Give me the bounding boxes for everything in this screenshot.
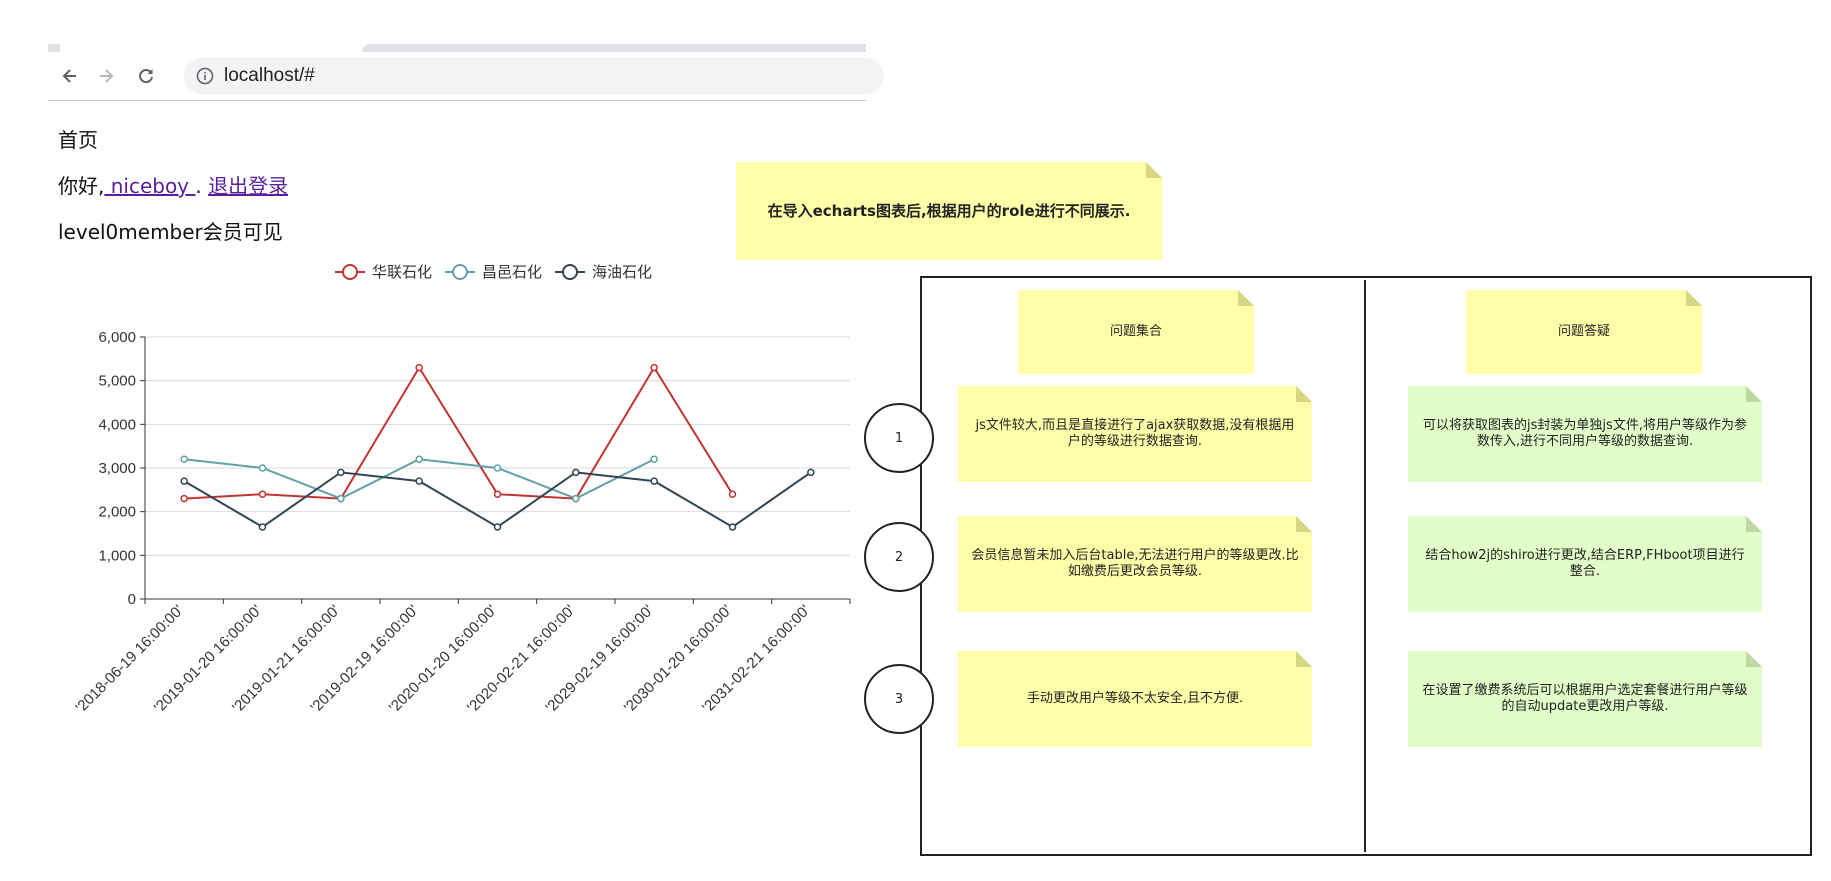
qa-divider: [1364, 280, 1366, 852]
reload-icon: [139, 69, 153, 84]
note-fold: [1746, 386, 1762, 402]
data-point: [493, 523, 502, 531]
legend-marker: [452, 264, 468, 280]
url-text: localhost/#: [224, 65, 315, 86]
title-note-text: 在导入echarts图表后,根据用户的role进行不同展示.: [767, 202, 1131, 220]
answer-text: 可以将获取图表的js封装为单独js文件,将用户等级作为参数传入,进行不同用户等级…: [1423, 418, 1747, 449]
greeting-separator: .: [195, 174, 209, 198]
row-number-circle: 3: [864, 664, 934, 734]
data-point: [493, 490, 502, 498]
answer-note: 结合how2j的shiro进行更改,结合ERP,FHboot项目进行整合.: [1408, 516, 1762, 612]
row-number-circle: 2: [864, 522, 934, 592]
row-number: 1: [894, 430, 904, 446]
reload-button[interactable]: [128, 58, 164, 94]
data-point: [493, 464, 502, 472]
answer-note: 可以将获取图表的js封装为单独js文件,将用户等级作为参数传入,进行不同用户等级…: [1408, 386, 1762, 482]
series-line: [184, 365, 734, 500]
forward-button[interactable]: [88, 58, 124, 94]
data-point: [807, 468, 815, 477]
problem-text: 手动更改用户等级不太安全,且不方便.: [1026, 691, 1244, 706]
y-tick-label: 0: [128, 591, 136, 608]
data-point: [650, 477, 658, 485]
answers-header-note: 问题答疑: [1466, 290, 1702, 374]
data-point: [258, 464, 267, 472]
address-bar[interactable]: localhost/#: [184, 58, 884, 94]
data-point: [572, 494, 580, 503]
tab-strip-left: [48, 44, 60, 52]
arrow-right-icon: [100, 69, 114, 83]
legend-label: 昌邑石化: [482, 263, 542, 281]
problems-header-text: 问题集合: [1109, 324, 1162, 339]
greeting-prefix: 你好,: [58, 174, 105, 198]
data-point: [650, 363, 658, 372]
note-fold: [1296, 651, 1312, 667]
info-icon[interactable]: [196, 67, 214, 85]
data-point: [180, 494, 188, 503]
y-tick-label: 4,000: [98, 416, 136, 433]
data-point: [415, 363, 423, 372]
note-fold: [1296, 386, 1312, 402]
home-link[interactable]: 首页: [58, 124, 98, 153]
y-tick-label: 5,000: [98, 373, 136, 390]
y-tick-label: 3,000: [98, 460, 136, 477]
answer-note: 在设置了缴费系统后可以根据用户选定套餐进行用户等级的自动update更改用户等级…: [1408, 651, 1762, 747]
note-fold: [1146, 162, 1162, 178]
y-tick-label: 1,000: [98, 547, 136, 564]
row-number: 2: [894, 549, 904, 565]
series-line: [183, 471, 812, 529]
row-number-circle: 1: [864, 403, 934, 473]
note-fold: [1238, 290, 1254, 306]
tab-strip-right: [362, 44, 866, 52]
legend-marker: [342, 264, 358, 280]
data-point: [728, 523, 737, 531]
data-point: [337, 468, 345, 477]
legend-marker: [562, 264, 578, 280]
data-point: [180, 477, 188, 485]
note-fold: [1746, 651, 1762, 667]
tab-strip: [48, 44, 866, 52]
problems-header-note: 问题集合: [1018, 290, 1254, 374]
y-tick-label: 2,000: [98, 504, 136, 521]
problem-text: js文件较大,而且是直接进行了ajax获取数据,没有根据用户的等级进行数据查询.: [975, 418, 1295, 449]
answers-header-text: 问题答疑: [1557, 324, 1610, 339]
back-button[interactable]: [52, 58, 88, 94]
browser-chrome: localhost/#: [48, 44, 884, 102]
note-fold: [1296, 516, 1312, 532]
greeting-line: 你好, niceboy . 退出登录: [58, 170, 288, 199]
arrow-left-icon: [62, 69, 76, 83]
answer-text: 在设置了缴费系统后可以根据用户选定套餐进行用户等级的自动update更改用户等级…: [1422, 683, 1748, 714]
problem-text: 会员信息暂未加入后台table,无法进行用户的等级更改.比如缴费后更改会员等级.: [971, 548, 1299, 579]
note-fold: [1686, 290, 1702, 306]
problem-note: js文件较大,而且是直接进行了ajax获取数据,没有根据用户的等级进行数据查询.: [958, 386, 1312, 482]
username-link[interactable]: niceboy: [104, 174, 195, 198]
data-point: [728, 490, 737, 498]
data-point: [180, 455, 188, 464]
y-tick-label: 6,000: [98, 329, 136, 346]
problem-note: 会员信息暂未加入后台table,无法进行用户的等级更改.比如缴费后更改会员等级.: [958, 516, 1312, 612]
data-point: [337, 494, 345, 503]
member-notice: level0member会员可见: [58, 220, 283, 244]
problem-note: 手动更改用户等级不太安全,且不方便.: [958, 651, 1312, 747]
note-fold: [1746, 516, 1762, 532]
data-point: [572, 468, 580, 477]
data-point: [415, 455, 423, 464]
data-point: [258, 490, 267, 498]
logout-link[interactable]: 退出登录: [208, 174, 288, 198]
legend-label: 海油石化: [592, 263, 652, 281]
title-note: 在导入echarts图表后,根据用户的role进行不同展示.: [736, 162, 1162, 260]
legend-label: 华联石化: [372, 263, 432, 281]
row-number: 3: [894, 691, 904, 707]
data-point: [415, 477, 423, 485]
answer-text: 结合how2j的shiro进行更改,结合ERP,FHboot项目进行整合.: [1425, 548, 1745, 579]
line-chart: 01,0002,0003,0004,0005,0006,000'2018-06-…: [72, 263, 851, 716]
data-point: [650, 455, 658, 464]
browser-toolbar: localhost/#: [48, 52, 884, 101]
data-point: [258, 523, 267, 531]
